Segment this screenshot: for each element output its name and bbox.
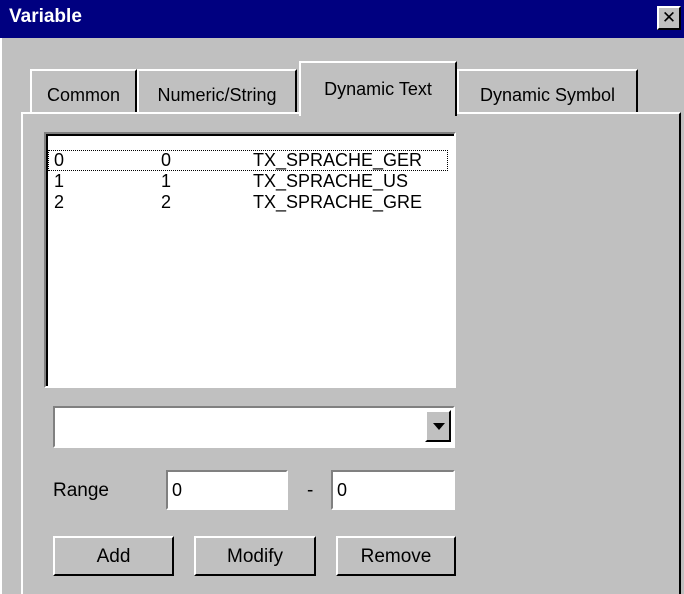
remove-button[interactable]: Remove [336, 536, 456, 576]
text-list-viewport: 0 0 TX_SPRACHE_GER 1 1 TX_SPRACHE_US 2 2… [46, 134, 454, 386]
list-item[interactable]: 0 0 TX_SPRACHE_GER [48, 150, 448, 171]
list-item[interactable]: 1 1 TX_SPRACHE_US [48, 171, 448, 192]
add-button[interactable]: Add [53, 536, 174, 576]
range-label: Range [53, 480, 109, 501]
list-item-index: 0 [54, 150, 65, 170]
text-select[interactable] [53, 406, 455, 448]
tab-dynamic-text-label: Dynamic Text [324, 79, 432, 99]
tab-common-label: Common [46, 85, 121, 105]
range-to-input[interactable]: 0 [331, 470, 455, 510]
title-bar: Variable ✕ [0, 0, 684, 38]
list-item-value: 0 [161, 150, 172, 170]
list-item-text: TX_SPRACHE_GER [253, 150, 423, 170]
close-button[interactable]: ✕ [657, 6, 681, 30]
range-from-input[interactable]: 0 [166, 470, 288, 510]
modify-button[interactable]: Modify [194, 536, 316, 576]
dropdown-button[interactable] [425, 410, 451, 442]
list-item[interactable]: 2 2 TX_SPRACHE_GRE [48, 192, 448, 213]
list-item-text: TX_SPRACHE_US [253, 171, 409, 191]
range-separator: - [307, 480, 314, 501]
list-item-text: TX_SPRACHE_GRE [253, 192, 423, 212]
tab-dynamic-symbol-label: Dynamic Symbol [479, 85, 616, 105]
list-item-value: 1 [161, 171, 172, 191]
chevron-down-icon [433, 423, 445, 430]
window-edge [0, 38, 2, 594]
tab-numeric-string[interactable]: Numeric/String [137, 69, 297, 112]
window-title: Variable [9, 6, 82, 27]
close-icon: ✕ [661, 8, 677, 27]
text-list[interactable]: 0 0 TX_SPRACHE_GER 1 1 TX_SPRACHE_US 2 2… [44, 132, 456, 388]
list-item-value: 2 [161, 192, 172, 212]
tab-dynamic-symbol[interactable]: Dynamic Symbol [457, 69, 638, 112]
tab-numeric-string-label: Numeric/String [157, 85, 277, 105]
list-item-index: 1 [54, 171, 65, 191]
tab-common[interactable]: Common [30, 69, 137, 112]
list-item-index: 2 [54, 192, 65, 212]
tab-dynamic-text[interactable]: Dynamic Text [299, 61, 457, 116]
